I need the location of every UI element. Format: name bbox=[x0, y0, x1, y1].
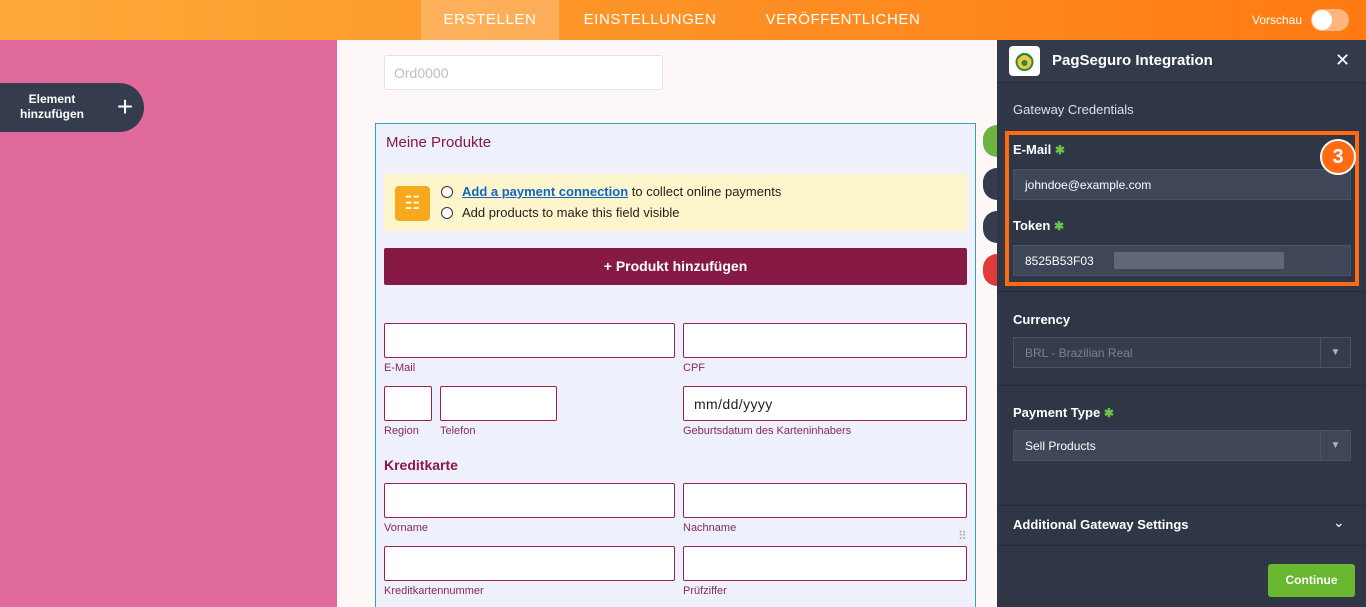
payment-type-select[interactable]: Sell Products ▼ bbox=[1013, 430, 1351, 461]
card-number-field[interactable] bbox=[384, 546, 675, 581]
credit-card-title: Kreditkarte bbox=[384, 457, 458, 473]
email-label: E-Mail bbox=[384, 362, 416, 374]
divider bbox=[997, 291, 1366, 292]
check-digit-label: Prüfziffer bbox=[683, 585, 727, 597]
order-number-input[interactable]: Ord0000 bbox=[384, 55, 663, 90]
currency-select[interactable]: BRL - Brazilian Real ▼ bbox=[1013, 337, 1351, 368]
pagseguro-panel: PagSeguro Integration ✕ Gateway Credenti… bbox=[997, 40, 1366, 607]
notice-line-1-rest: to collect online payments bbox=[628, 184, 782, 199]
phone-field[interactable] bbox=[440, 386, 557, 421]
required-star-icon: ✱ bbox=[1054, 143, 1065, 157]
card-number-label: Kreditkartennummer bbox=[384, 585, 484, 597]
currency-value: BRL - Brazilian Real bbox=[1025, 346, 1133, 360]
tab-einstellungen[interactable]: EINSTELLUNGEN bbox=[571, 0, 729, 40]
products-title: Meine Produkte bbox=[386, 134, 492, 151]
chevron-down-icon: ▼ bbox=[1320, 431, 1350, 460]
payment-type-label: Payment Type ✱ bbox=[1013, 405, 1114, 420]
email-credential-label: E-Mail ✱ bbox=[1013, 142, 1065, 157]
last-name-field[interactable] bbox=[683, 483, 967, 518]
first-name-label: Vorname bbox=[384, 522, 429, 534]
add-element-label: Element hinzufügen bbox=[20, 92, 84, 121]
pagseguro-logo-icon bbox=[1009, 46, 1040, 76]
checklist-icon: ☷ bbox=[395, 186, 430, 221]
birthdate-field[interactable]: mm/dd/yyyy bbox=[683, 386, 967, 421]
required-star-icon: ✱ bbox=[1053, 219, 1065, 233]
add-product-button[interactable]: + Produkt hinzufügen bbox=[384, 248, 967, 285]
tab-erstellen[interactable]: ERSTELLEN bbox=[421, 0, 559, 40]
required-star-icon: ✱ bbox=[1103, 406, 1114, 420]
plus-icon: + bbox=[116, 91, 134, 122]
step-number-badge: 3 bbox=[1320, 139, 1356, 175]
payment-type-text: Payment Type bbox=[1013, 405, 1101, 420]
preview-label: Vorschau bbox=[1252, 13, 1303, 27]
radio-icon bbox=[441, 186, 453, 198]
add-payment-connection-link[interactable]: Add a payment connection bbox=[462, 184, 628, 199]
email-field[interactable] bbox=[384, 323, 675, 358]
panel-title: PagSeguro Integration bbox=[1052, 52, 1213, 69]
close-icon[interactable]: ✕ bbox=[1335, 50, 1350, 71]
notice-line-2: Add products to make this field visible bbox=[462, 205, 680, 220]
email-credential-input[interactable]: johndoe@example.com bbox=[1013, 169, 1351, 200]
chevron-down-icon[interactable]: ⌄ bbox=[1333, 514, 1345, 531]
cpf-label: CPF bbox=[683, 362, 705, 374]
cpf-field[interactable] bbox=[683, 323, 967, 358]
token-credential-input[interactable]: 8525B53F03 bbox=[1013, 245, 1351, 276]
top-navigation-bar: ERSTELLEN EINSTELLUNGEN VERÖFFENTLICHEN … bbox=[0, 0, 1366, 40]
panel-header: PagSeguro Integration ✕ bbox=[997, 40, 1366, 83]
token-value: 8525B53F03 bbox=[1025, 254, 1094, 268]
toggle-knob bbox=[1312, 10, 1332, 30]
continue-button[interactable]: Continue bbox=[1268, 564, 1355, 597]
first-name-field[interactable] bbox=[384, 483, 675, 518]
divider bbox=[997, 545, 1366, 546]
birthdate-label: Geburtsdatum des Karteninhabers bbox=[683, 425, 852, 437]
region-label: Region bbox=[384, 425, 419, 437]
check-digit-field[interactable] bbox=[683, 546, 967, 581]
drag-handle-icon[interactable]: ⠿ bbox=[958, 530, 967, 542]
radio-icon bbox=[441, 207, 453, 219]
add-element-button[interactable]: Element hinzufügen + bbox=[0, 83, 144, 132]
tab-veroeffentlichen[interactable]: VERÖFFENTLICHEN bbox=[752, 0, 934, 40]
token-credential-text: Token bbox=[1013, 218, 1051, 233]
chevron-down-icon: ▼ bbox=[1320, 338, 1350, 367]
products-field[interactable]: Meine Produkte ☷ Add a payment connectio… bbox=[375, 123, 976, 607]
credentials-highlight: E-Mail ✱ johndoe@example.com Token ✱ 852… bbox=[1005, 131, 1359, 286]
phone-label: Telefon bbox=[440, 425, 476, 437]
currency-label: Currency bbox=[1013, 312, 1071, 327]
birthdate-placeholder: mm/dd/yyyy bbox=[694, 396, 773, 412]
divider bbox=[997, 385, 1366, 386]
notice-line-1: Add a payment connection to collect onli… bbox=[462, 184, 781, 199]
payment-type-value: Sell Products bbox=[1025, 439, 1096, 453]
region-field[interactable] bbox=[384, 386, 432, 421]
divider bbox=[997, 505, 1366, 506]
token-credential-label: Token ✱ bbox=[1013, 218, 1064, 233]
token-redaction bbox=[1114, 252, 1284, 269]
email-credential-text: E-Mail bbox=[1013, 142, 1052, 157]
payment-notice: ☷ Add a payment connection to collect on… bbox=[384, 174, 967, 231]
form-canvas: Ord0000 Meine Produkte ☷ Add a payment c… bbox=[337, 40, 997, 607]
additional-gateway-settings[interactable]: Additional Gateway Settings bbox=[1013, 517, 1189, 532]
gateway-credentials-label: Gateway Credentials bbox=[1013, 102, 1134, 117]
last-name-label: Nachname bbox=[683, 522, 737, 534]
preview-toggle[interactable] bbox=[1311, 9, 1349, 31]
